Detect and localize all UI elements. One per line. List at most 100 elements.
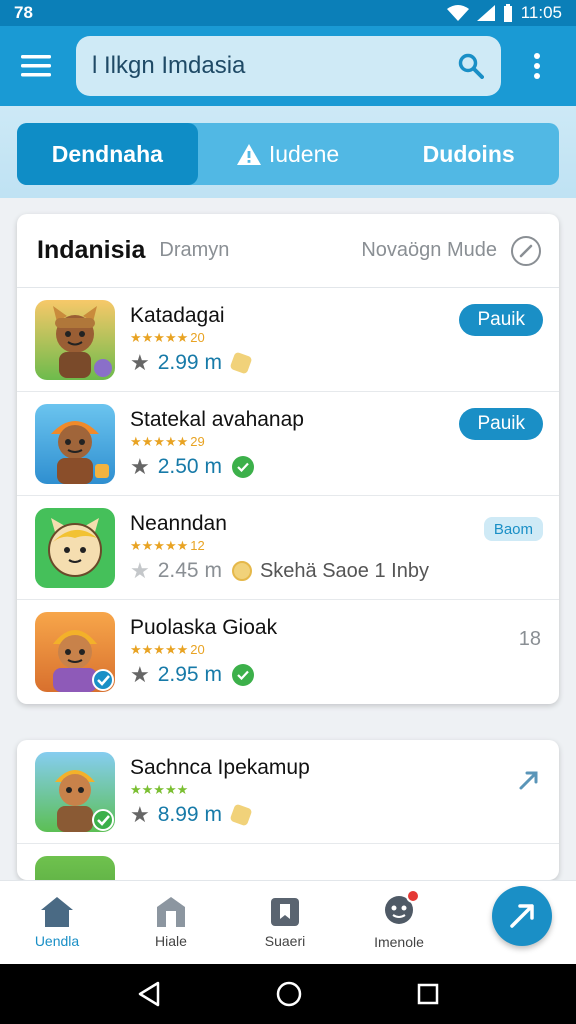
app-list-card: Indanisia Dramyn Novaögn Mude Katadagai …	[17, 214, 559, 704]
battery-icon	[503, 4, 512, 22]
app-icon	[35, 752, 115, 832]
home-icon	[41, 896, 73, 927]
compose-fab[interactable]	[492, 886, 552, 946]
search-button[interactable]	[455, 50, 487, 82]
app-meta: ★ 2.45 m Skehä Saoe 1 Inby	[130, 558, 429, 584]
navigate-icon	[510, 904, 534, 928]
more-options-button[interactable]	[523, 46, 551, 86]
nav-label: Uendla	[34, 932, 80, 949]
recents-icon[interactable]	[417, 983, 439, 1005]
notification-badge	[406, 889, 420, 903]
home-circle-icon[interactable]	[276, 981, 302, 1007]
check-icon	[231, 456, 254, 478]
card-mode-label[interactable]: Novaögn Mude	[361, 239, 497, 262]
back-icon[interactable]	[137, 981, 161, 1007]
nav-label: Hiale	[155, 932, 187, 949]
app-size: 2.99 m	[157, 351, 222, 374]
rating-stars: ★★★★★ 20	[130, 330, 205, 345]
nav-label: Suaeri	[264, 932, 306, 949]
search-box[interactable]	[76, 36, 501, 96]
app-size: 2.95 m	[157, 663, 222, 686]
app-icon	[35, 856, 115, 880]
rating-value: 20	[190, 642, 205, 657]
status-time: 11:05	[520, 3, 562, 22]
nav-label: Imenole	[374, 934, 424, 950]
check-icon	[231, 664, 254, 686]
tab-strip: Dendnaha Iudene Dudoins	[0, 106, 576, 198]
list-item[interactable]: Sachnca Ipekamup ★★★★★ ★ 8.99 m	[17, 740, 559, 844]
tab-label: Dendnaha	[51, 140, 163, 167]
install-button[interactable]: Pauik	[459, 304, 543, 336]
compass-icon	[519, 244, 533, 257]
character-icon	[53, 306, 112, 378]
app-meta: ★ 2.95 m	[130, 662, 254, 688]
tag-icon	[229, 803, 253, 827]
star-icon: ★	[130, 662, 150, 687]
tab-bar: Dendnaha Iudene Dudoins	[17, 123, 559, 185]
hamburger-icon	[21, 55, 51, 77]
status-bar: 78 11:05	[0, 0, 576, 26]
nav-bookmark[interactable]: Suaeri	[228, 881, 342, 964]
star-icon: ★	[130, 350, 150, 375]
app-list-card-2: Sachnca Ipekamup ★★★★★ ★ 8.99 m	[17, 740, 559, 880]
card-subtitle: Dramyn	[159, 239, 230, 261]
tab-label: Iudene	[268, 140, 340, 167]
signal-icon	[476, 5, 495, 21]
list-item-partial[interactable]	[17, 844, 559, 880]
character-icon	[48, 518, 102, 577]
app-icon	[35, 300, 115, 380]
character-icon	[53, 630, 114, 692]
rating-stars: ★★★★★	[130, 782, 189, 797]
app-name: Katadagai	[130, 304, 225, 327]
app-name: Statekal avahanap	[130, 408, 304, 431]
warning-icon	[236, 143, 261, 165]
rating-stars: ★★★★★ 12	[130, 538, 205, 553]
coin-icon	[231, 561, 252, 581]
card-title: Indanisia	[37, 236, 146, 264]
app-size: 8.99 m	[157, 803, 222, 826]
star-icon: ★	[130, 558, 150, 583]
row-count: 18	[518, 628, 541, 650]
list-item[interactable]: Statekal avahanap ★★★★★ 29 ★ 2.50 m Pauik	[17, 392, 559, 496]
app-icon	[35, 612, 115, 692]
app-meta: ★ 2.50 m	[130, 454, 254, 480]
list-item[interactable]: Katadagai ★★★★★ 20 ★ 2.99 m Pauik	[17, 288, 559, 392]
bottom-navigation: Uendla Hiale Suaeri Imenole	[0, 880, 576, 964]
status-icons: 11:05	[446, 3, 562, 23]
tab-dudoins[interactable]: Dudoins	[378, 123, 559, 185]
nav-store[interactable]: Hiale	[114, 881, 228, 964]
menu-button[interactable]	[16, 46, 56, 86]
nav-profile[interactable]: Imenole	[342, 881, 456, 964]
wifi-icon	[446, 5, 469, 21]
app-bar	[0, 26, 576, 106]
edit-mode-button[interactable]	[511, 235, 541, 266]
install-button[interactable]: Pauik	[459, 408, 543, 440]
list-item[interactable]: Neanndan ★★★★★ 12 ★ 2.45 m Skehä Saoe 1 I…	[17, 496, 559, 600]
app-icon	[35, 508, 115, 588]
rating-value: 12	[190, 538, 205, 553]
more-vert-icon	[534, 53, 540, 79]
search-input[interactable]	[92, 52, 455, 80]
tab-label: Dudoins	[422, 140, 515, 167]
star-icon: ★	[130, 454, 150, 479]
app-name: Neanndan	[130, 512, 227, 535]
rating-value: 29	[190, 434, 205, 449]
app-size: 2.50 m	[157, 455, 222, 478]
share-icon[interactable]	[517, 768, 541, 792]
app-name: Puolaska Gioak	[130, 616, 278, 639]
tab-iudene[interactable]: Iudene	[198, 123, 379, 185]
app-meta: ★ 2.99 m	[130, 350, 253, 376]
search-icon	[458, 53, 484, 79]
list-item[interactable]: Puolaska Gioak ★★★★★ 20 ★ 2.95 m 18	[17, 600, 559, 704]
tab-dendnaha[interactable]: Dendnaha	[17, 123, 198, 185]
app-extra-info: Skehä Saoe 1 Inby	[259, 559, 429, 582]
nav-home[interactable]: Uendla	[0, 881, 114, 964]
app-meta: ★ 8.99 m	[130, 802, 253, 828]
rating-stars: ★★★★★ 29	[130, 434, 205, 449]
star-icon: ★	[130, 802, 150, 827]
profile-icon-wrap	[384, 889, 420, 928]
app-icon	[35, 404, 115, 484]
rating-value: 20	[190, 330, 205, 345]
install-button[interactable]: Baom	[483, 517, 543, 541]
bookmark-icon	[271, 897, 299, 926]
